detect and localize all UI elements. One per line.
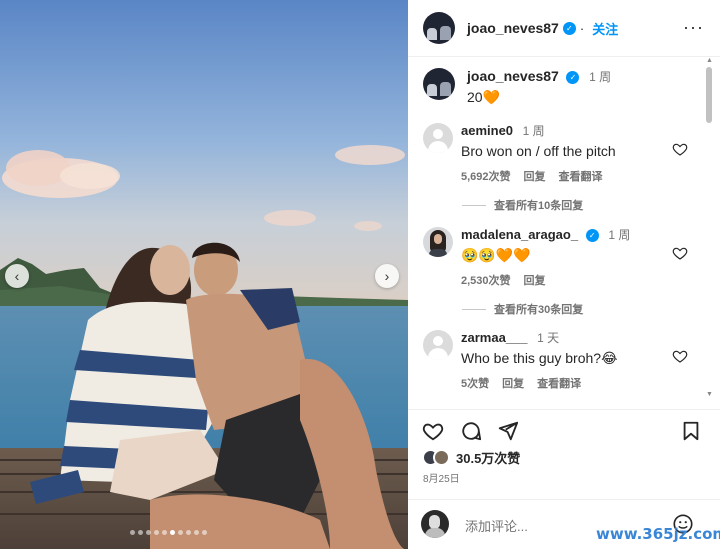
comments-scrollbar[interactable]: ▲ ▼: [705, 57, 713, 405]
replies-divider: [462, 308, 486, 310]
post-date: 8月25日: [423, 474, 460, 485]
liker-avatar: [433, 449, 450, 466]
post-photo: ‹ ›: [0, 0, 408, 549]
carousel-dot: [154, 530, 159, 535]
verified-badge-icon: ✓: [562, 21, 576, 35]
heart-icon[interactable]: [422, 420, 444, 442]
post-header: joao_neves87 ✓ · 关注 ···: [408, 0, 720, 57]
reply-button[interactable]: 回复: [524, 168, 546, 184]
photo-scene: [0, 0, 408, 549]
reply-button[interactable]: 回复: [524, 272, 546, 288]
post-caption: joao_neves87 ✓ 1 周 20🧡: [423, 68, 611, 106]
heart-icon[interactable]: [672, 245, 688, 261]
chevron-left-icon: ‹: [14, 268, 20, 284]
view-replies-button[interactable]: 查看所有30条回复: [462, 301, 583, 317]
carousel-dot: [146, 530, 151, 535]
comment-username[interactable]: madalena_aragao_: [461, 227, 578, 242]
comment-text: Who be this guy broh?😂: [461, 350, 618, 366]
scrollbar-thumb[interactable]: [706, 67, 712, 123]
caption-username[interactable]: joao_neves87: [467, 68, 559, 84]
reply-button[interactable]: 回复: [502, 375, 524, 391]
author-avatar[interactable]: [423, 68, 455, 100]
viewer-avatar: [421, 510, 449, 538]
caption-time: 1 周: [589, 70, 612, 84]
comment-text: 🥹🥹🧡🧡: [461, 247, 531, 263]
comment-likes[interactable]: 5次赞: [461, 375, 489, 391]
carousel-dot: [170, 530, 175, 535]
comment-item: aemine0 1 周 Bro won on / off the pitch 5…: [423, 123, 616, 184]
previous-photo-button[interactable]: ‹: [5, 264, 29, 288]
add-comment-input[interactable]: 添加评论...: [465, 516, 528, 535]
likes-summary[interactable]: 30.5万次赞: [422, 448, 520, 467]
comment-username[interactable]: zarmaa___: [461, 330, 528, 345]
default-avatar-icon[interactable]: [423, 330, 453, 360]
follow-button[interactable]: 关注: [592, 19, 618, 38]
view-replies-button[interactable]: 查看所有10条回复: [462, 197, 583, 213]
replies-divider: [462, 204, 486, 206]
comment-icon[interactable]: [460, 420, 482, 442]
comment-time: 1 天: [537, 331, 560, 345]
chevron-right-icon: ›: [384, 268, 390, 284]
commenter-avatar[interactable]: [423, 227, 453, 257]
bookmark-icon[interactable]: [680, 420, 702, 442]
view-replies-label: 查看所有30条回复: [494, 304, 584, 316]
watermark: www.365jz.com: [596, 525, 720, 543]
author-avatar[interactable]: [423, 12, 455, 44]
post-actions: 30.5万次赞 8月25日: [408, 409, 720, 499]
translate-button[interactable]: 查看翻译: [559, 168, 603, 184]
separator-dot: ·: [579, 20, 585, 36]
comments-list[interactable]: joao_neves87 ✓ 1 周 20🧡 aemine0 1 周 Bro w…: [408, 57, 720, 409]
author-username[interactable]: joao_neves87: [467, 20, 559, 36]
comment-likes[interactable]: 2,530次赞: [461, 272, 511, 288]
verified-badge-icon: ✓: [566, 71, 580, 85]
likes-count[interactable]: 30.5万次赞: [456, 448, 520, 467]
view-replies-label: 查看所有10条回复: [494, 200, 584, 212]
post-side-panel: joao_neves87 ✓ · 关注 ··· joao_neves87 ✓ 1…: [408, 0, 720, 549]
next-photo-button[interactable]: ›: [375, 264, 399, 288]
carousel-dot: [138, 530, 143, 535]
carousel-dot: [194, 530, 199, 535]
default-avatar-icon[interactable]: [423, 123, 453, 153]
carousel-dot: [162, 530, 167, 535]
translate-button[interactable]: 查看翻译: [537, 375, 581, 391]
scroll-down-icon[interactable]: ▼: [706, 391, 713, 398]
comment-item: madalena_aragao_ ✓ 1 周 🥹🥹🧡🧡 2,530次赞 回复: [423, 227, 630, 288]
carousel-dot: [186, 530, 191, 535]
comment-item: zarmaa___ 1 天 Who be this guy broh?😂 5次赞…: [423, 330, 617, 391]
comment-username[interactable]: aemine0: [461, 123, 513, 138]
comment-likes[interactable]: 5,692次赞: [461, 168, 511, 184]
carousel-dot: [130, 530, 135, 535]
more-options-icon[interactable]: ···: [683, 18, 704, 36]
heart-icon[interactable]: [672, 141, 688, 157]
comment-time: 1 周: [522, 124, 545, 138]
verified-badge-icon: ✓: [585, 229, 599, 243]
carousel-dot: [178, 530, 183, 535]
heart-icon[interactable]: [672, 348, 688, 364]
comment-time: 1 周: [608, 228, 631, 242]
scroll-up-icon[interactable]: ▲: [706, 57, 713, 64]
carousel-indicator: [130, 530, 207, 535]
carousel-dot: [202, 530, 207, 535]
share-icon[interactable]: [497, 420, 519, 442]
comment-text: Bro won on / off the pitch: [461, 143, 616, 159]
caption-text: 20🧡: [467, 89, 501, 105]
